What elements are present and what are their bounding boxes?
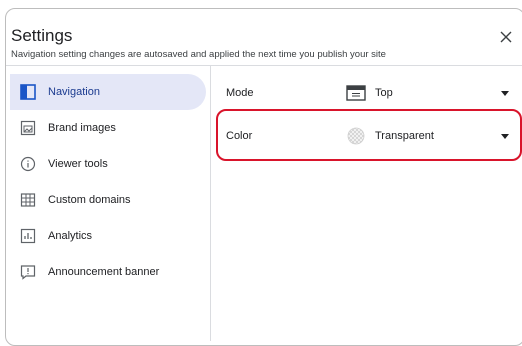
mode-value: Top xyxy=(375,87,393,99)
color-value: Transparent xyxy=(375,130,434,142)
color-label: Color xyxy=(226,130,253,142)
sidebar-item-custom-domains[interactable]: Custom domains xyxy=(10,182,206,218)
sidebar-divider xyxy=(210,66,211,341)
info-icon xyxy=(20,156,36,172)
sidebar-item-label: Announcement banner xyxy=(48,266,160,278)
analytics-icon xyxy=(20,228,36,244)
color-row[interactable]: Color Transparent xyxy=(226,126,512,146)
close-button[interactable] xyxy=(495,26,517,48)
sidebar-nav: Navigation Brand images Viewer tools Cus… xyxy=(10,74,206,290)
banner-alert-icon xyxy=(20,264,36,280)
sidebar-item-viewer-tools[interactable]: Viewer tools xyxy=(10,146,206,182)
chevron-down-icon[interactable] xyxy=(498,90,512,96)
sidebar-item-label: Brand images xyxy=(48,122,116,134)
sidebar-item-label: Analytics xyxy=(48,230,93,242)
dialog-subtitle: Navigation setting changes are autosaved… xyxy=(11,49,386,60)
domains-grid-icon xyxy=(20,192,36,208)
mode-row[interactable]: Mode Top xyxy=(226,83,512,103)
sidebar-item-announcement-banner[interactable]: Announcement banner xyxy=(10,254,206,290)
sidebar-item-label: Custom domains xyxy=(48,194,131,206)
sidebar-item-navigation[interactable]: Navigation xyxy=(10,74,206,110)
transparent-swatch-icon xyxy=(346,127,366,145)
top-nav-icon xyxy=(346,85,366,101)
image-icon xyxy=(20,120,36,136)
header-divider xyxy=(6,65,522,66)
settings-dialog: Settings Navigation setting changes are … xyxy=(0,0,522,346)
mode-label: Mode xyxy=(226,87,254,99)
sidebar-item-label: Navigation xyxy=(48,86,100,98)
sidebar-item-brand-images[interactable]: Brand images xyxy=(10,110,206,146)
dialog-title: Settings xyxy=(11,26,73,45)
navigation-panel-icon xyxy=(20,84,36,100)
sidebar-item-analytics[interactable]: Analytics xyxy=(10,218,206,254)
chevron-down-icon[interactable] xyxy=(498,133,512,139)
sidebar-item-label: Viewer tools xyxy=(48,158,108,170)
close-icon xyxy=(500,31,512,43)
